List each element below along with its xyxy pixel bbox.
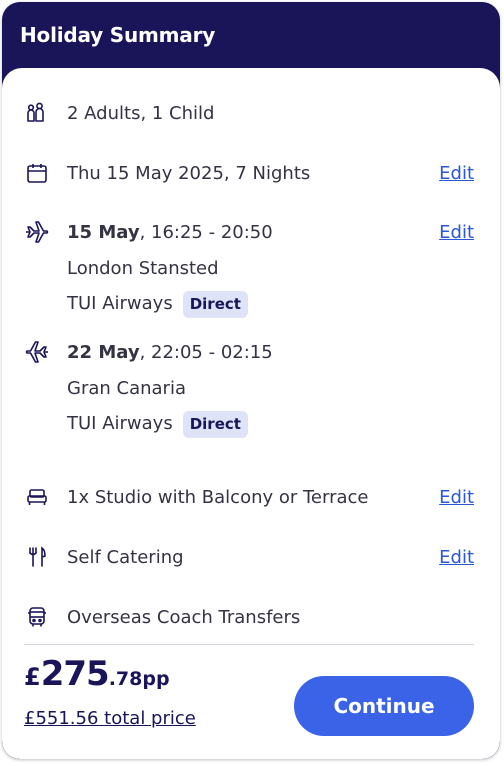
inbound-airline-line: TUI Airways Direct xyxy=(24,406,474,442)
room-text: 1x Studio with Balcony or Terrace xyxy=(67,486,369,508)
outbound-airline: TUI Airways xyxy=(67,292,173,314)
transfer-row: Overseas Coach Transfers xyxy=(24,602,474,632)
inbound-times: 22 May, 22:05 - 02:15 xyxy=(67,342,474,363)
coach-icon xyxy=(24,604,50,630)
card-header: Holiday Summary xyxy=(2,2,500,68)
outbound-date: 15 May xyxy=(67,221,140,243)
holiday-summary-card: Holiday Summary 2 Adults, 1 Child Thu 15… xyxy=(2,2,500,759)
price-main: 275 xyxy=(40,654,110,694)
plane-depart-icon xyxy=(24,219,50,245)
outbound-time-range: , 16:25 - 20:50 xyxy=(139,221,273,243)
inbound-airport-line: Gran Canaria xyxy=(24,370,474,406)
inbound-airline-wrap: TUI Airways Direct xyxy=(67,410,474,438)
inbound-date: 22 May xyxy=(67,341,140,363)
dates-row: Thu 15 May 2025, 7 Nights Edit xyxy=(24,158,474,188)
plane-return-icon xyxy=(24,339,50,365)
edit-flights-link[interactable]: Edit xyxy=(439,222,474,243)
outbound-flight: 15 May, 16:25 - 20:50 Edit London Stanst… xyxy=(24,214,474,322)
continue-button[interactable]: Continue xyxy=(294,676,474,736)
inbound-flight: 22 May, 22:05 - 02:15 Gran Canaria TUI A… xyxy=(24,334,474,442)
board-text: Self Catering xyxy=(67,546,184,568)
inbound-airport: Gran Canaria xyxy=(67,377,186,399)
outbound-direct-badge: Direct xyxy=(182,290,248,318)
outbound-airport: London Stansted xyxy=(67,257,219,279)
edit-room-link[interactable]: Edit xyxy=(439,487,474,508)
people-icon xyxy=(24,100,50,126)
price-per-person: £275.78pp xyxy=(24,654,170,694)
edit-board-link[interactable]: Edit xyxy=(439,547,474,568)
bed-icon xyxy=(24,484,50,510)
outbound-times: 15 May, 16:25 - 20:50 xyxy=(67,222,439,243)
transfer-text: Overseas Coach Transfers xyxy=(67,606,301,628)
dates-text: Thu 15 May 2025, 7 Nights xyxy=(67,162,311,184)
inbound-times-line: 22 May, 22:05 - 02:15 xyxy=(24,334,474,370)
total-price-link[interactable]: £551.56 total price xyxy=(24,708,196,729)
outbound-airline-wrap: TUI Airways Direct xyxy=(67,290,474,318)
inbound-airline: TUI Airways xyxy=(67,412,173,434)
outbound-airport-line: London Stansted xyxy=(24,250,474,286)
passengers-row: 2 Adults, 1 Child xyxy=(24,98,474,128)
cutlery-icon xyxy=(24,544,50,570)
divider xyxy=(24,644,474,645)
inbound-direct-badge: Direct xyxy=(182,410,248,438)
room-row: 1x Studio with Balcony or Terrace Edit xyxy=(24,482,474,512)
card-body: 2 Adults, 1 Child Thu 15 May 2025, 7 Nig… xyxy=(2,68,500,759)
edit-dates-link[interactable]: Edit xyxy=(439,163,474,184)
price-currency: £ xyxy=(24,663,41,691)
outbound-times-line: 15 May, 16:25 - 20:50 Edit xyxy=(24,214,474,250)
inbound-time-range: , 22:05 - 02:15 xyxy=(139,341,273,363)
passengers-text: 2 Adults, 1 Child xyxy=(67,102,215,124)
card-title: Holiday Summary xyxy=(20,23,216,47)
price-decimal: .78pp xyxy=(108,668,170,690)
outbound-airline-line: TUI Airways Direct xyxy=(24,286,474,322)
board-row: Self Catering Edit xyxy=(24,542,474,572)
calendar-icon xyxy=(24,160,50,186)
